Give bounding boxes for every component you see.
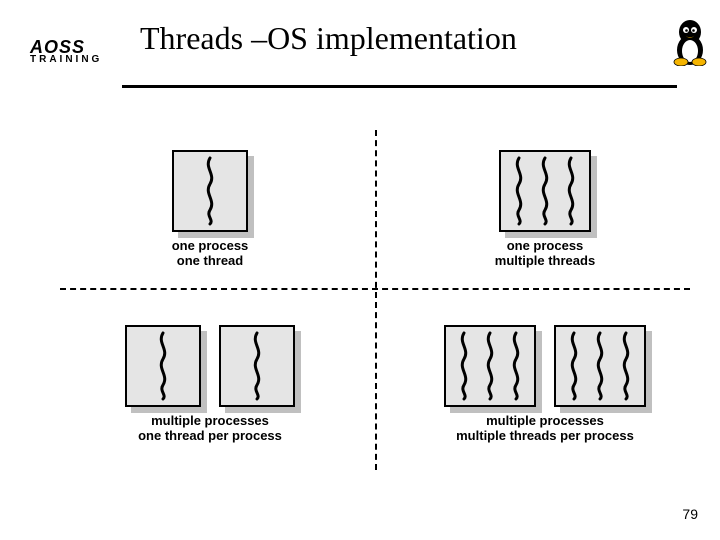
process-box-row [395, 325, 695, 407]
thread-icon [200, 156, 220, 226]
caption-line1: multiple processes [395, 413, 695, 428]
process-box-row [60, 325, 360, 407]
thread-icon [247, 331, 267, 401]
thread-icon [564, 331, 584, 401]
caption-line2: one thread [60, 253, 360, 268]
thread-icon [454, 331, 474, 401]
thread-icon [153, 331, 173, 401]
cell-one-process-multi-thread: one process multiple threads [395, 150, 695, 268]
process-box-row [395, 150, 695, 232]
slide-title: Threads –OS implementation [140, 20, 517, 57]
brand-logo: AOSS TRAINING [30, 40, 102, 65]
linux-tux-icon [670, 18, 710, 66]
thread-icon [590, 331, 610, 401]
horizontal-divider [60, 288, 690, 290]
logo-text-aoss: AOSS [30, 40, 102, 54]
process-box [499, 150, 591, 232]
title-underline [122, 85, 677, 88]
cell-multi-process-multi-thread: multiple processes multiple threads per … [395, 325, 695, 443]
process-box [219, 325, 295, 407]
thread-icon [509, 156, 529, 226]
page-number: 79 [682, 506, 698, 522]
cell-one-process-one-thread: one process one thread [60, 150, 360, 268]
process-box-row [60, 150, 360, 232]
thread-icon [561, 156, 581, 226]
caption-line2: multiple threads per process [395, 428, 695, 443]
thread-icon [506, 331, 526, 401]
thread-icon [480, 331, 500, 401]
thread-model-diagram: one process one thread one process multi… [60, 130, 690, 470]
caption-line1: multiple processes [60, 413, 360, 428]
thread-icon [535, 156, 555, 226]
caption-line2: one thread per process [60, 428, 360, 443]
caption-line1: one process [395, 238, 695, 253]
logo-text-training: TRAINING [30, 54, 102, 65]
slide-header: AOSS TRAINING Threads –OS implementation [0, 10, 720, 80]
caption-line1: one process [60, 238, 360, 253]
cell-multi-process-one-thread: multiple processes one thread per proces… [60, 325, 360, 443]
process-box [172, 150, 248, 232]
caption-line2: multiple threads [395, 253, 695, 268]
vertical-divider [375, 130, 377, 470]
process-box [125, 325, 201, 407]
process-box [444, 325, 536, 407]
process-box [554, 325, 646, 407]
thread-icon [616, 331, 636, 401]
